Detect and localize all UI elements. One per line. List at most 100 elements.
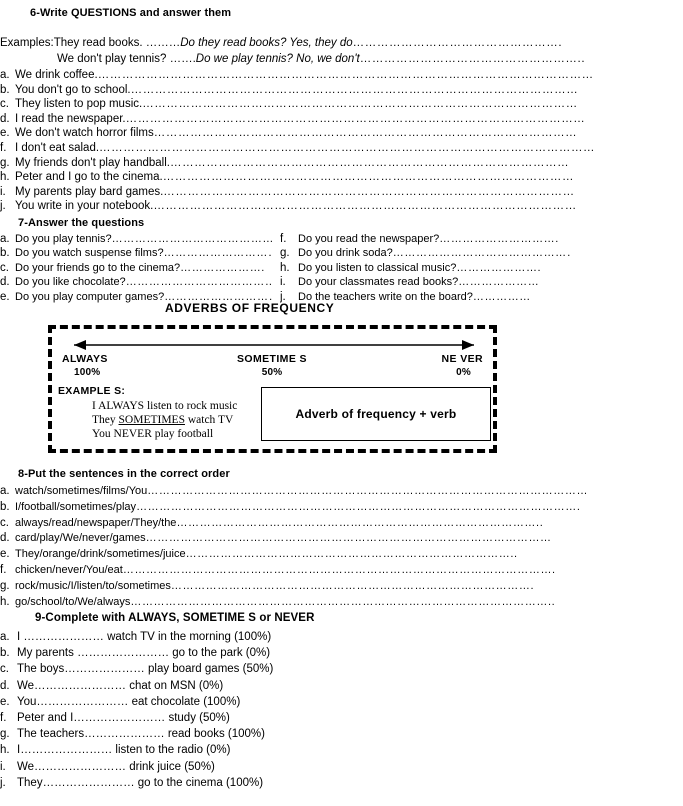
list-item: b. I/football/sometimes/play ………………………………	[0, 500, 683, 516]
item-answer-line[interactable]: ………………….	[180, 261, 272, 275]
list-item: c. always/read/newspaper/They/the …………………	[0, 516, 683, 532]
example-sentence-pre: You NEVER play football	[92, 428, 214, 440]
item-letter: b.	[0, 647, 10, 660]
item-answer-line[interactable]: ………………………………………………………………………………………………….	[123, 563, 679, 579]
item-answer-line[interactable]: …………………………………………………………………………………………………	[131, 83, 679, 98]
item-text: I don't eat salad.	[15, 141, 100, 154]
list-item: h. go/school/to/We/always ………………………………………	[0, 595, 683, 611]
item-answer-line[interactable]: ……………………………………..	[112, 232, 272, 246]
item-answer-line[interactable]: …………………………………………………………………………………………………….	[136, 500, 679, 516]
item-answer-line[interactable]: ……………………………………………………………………………………………	[154, 126, 679, 141]
item-letter: i.	[0, 760, 6, 773]
frequency-scale: ALWAYS 100% SOMETIME S 50% NE VER 0%	[52, 329, 493, 381]
item-letter: h.	[0, 171, 10, 184]
section-8-heading: 8-Put the sentences in the correct order	[18, 468, 230, 480]
item-letter: j.	[0, 200, 6, 213]
item-text[interactable]: They…………………… go to the cinema (100%)	[17, 775, 263, 791]
list-item: b. Do you watch suspense films? ………………………	[0, 246, 272, 260]
item-answer-line[interactable]: ………………………………………………………………………………………………..	[130, 595, 679, 611]
item-text: Do you watch suspense films?	[15, 247, 164, 260]
example-prompt: We don't play tennis? …….	[57, 52, 196, 65]
item-answer-line[interactable]: …………………………………………………………………………………..	[176, 516, 679, 532]
list-item: g. My friends don't play handball. ………………	[0, 156, 683, 171]
item-text: My parents play bard games.	[15, 185, 164, 198]
list-item: d. Do you like chocolate? ………………………………………	[0, 275, 272, 289]
item-text[interactable]: Peter and I…………………… study (50%)	[17, 710, 230, 726]
item-letter: a.	[0, 631, 10, 643]
item-text: My friends don't play handball.	[15, 156, 170, 169]
item-text[interactable]: My parents …………………… go to the park (0%)	[17, 645, 270, 661]
list-item: c. Do your friends go to the cinema? …………	[0, 261, 272, 275]
section-6-item-list: a. We drink coffee. ………………………………………………………	[0, 68, 683, 214]
item-answer-line[interactable]: ………………………………………………………………………………………………	[142, 97, 679, 112]
list-item: e. We don't watch horror films …………………………	[0, 126, 683, 141]
item-letter: i.	[280, 276, 286, 289]
item-text: You don't go to school.	[15, 83, 131, 96]
item-answer-line[interactable]: …………………………………………………………………………..	[186, 547, 679, 563]
item-answer-line[interactable]: ………………………….	[439, 232, 570, 246]
item-text[interactable]: The teachers………………… read books (100%)	[17, 726, 265, 742]
item-text: Do your friends go to the cinema?	[15, 261, 181, 274]
item-text: Do you listen to classical music?	[298, 261, 457, 274]
item-answer-line[interactable]: ……………………………………………………………………………………………………………	[99, 141, 679, 156]
item-letter: g.	[280, 247, 290, 260]
item-text: They/orange/drink/sometimes/juice	[15, 548, 186, 561]
item-text[interactable]: We…………………… chat on MSN (0%)	[17, 678, 223, 694]
item-answer-line[interactable]: …………………	[458, 275, 570, 289]
double-headed-arrow-icon	[74, 340, 474, 350]
section-7-right-column: f. Do you read the newspaper? ……………………………	[280, 232, 570, 304]
item-letter: i.	[0, 185, 6, 198]
item-letter: j.	[0, 776, 6, 789]
item-answer-line[interactable]: …………………………………………………………………………………………	[163, 170, 679, 185]
item-answer-line[interactable]: ………………………………………	[126, 275, 272, 289]
list-item: j. You write in your notebook. …………………………	[0, 199, 683, 214]
item-text[interactable]: You…………………… eat chocolate (100%)	[17, 694, 240, 710]
section-9-heading: 9-Complete with ALWAYS, SOMETIME S or NE…	[35, 612, 315, 624]
item-text[interactable]: I…………………… listen to the radio (0%)	[17, 742, 230, 758]
example-dots: ………………………………………………..	[359, 52, 586, 65]
example-sentence-post: watch TV	[184, 414, 234, 426]
item-answer-line[interactable]: ………………………………………………………………………………….	[171, 579, 679, 595]
scale-label-text: NE VER	[441, 353, 483, 365]
item-answer-line[interactable]: ……………………………………………………………………………………………………	[126, 112, 679, 127]
list-item: f. I don't eat salad. …………………………………………………	[0, 141, 683, 156]
item-answer-line[interactable]: …………………………	[164, 246, 272, 260]
item-text[interactable]: I ………………… watch TV in the morning (100%)	[17, 629, 271, 645]
example-dots: …………………………………………….	[352, 37, 563, 49]
section-6-heading: 6-Write QUESTIONS and answer them	[30, 7, 232, 19]
item-answer-line[interactable]: ……………………………………………………………………………………………………	[147, 484, 679, 500]
item-answer-line[interactable]: ……………………………………………………………………………………………	[146, 531, 679, 547]
item-text: rock/music/I/listen/to/sometimes	[15, 579, 171, 592]
item-answer-line[interactable]: ……………………………………………………………………………………………	[153, 199, 679, 214]
example-sentence-underlined: SOMETIMES	[118, 414, 185, 426]
item-answer-line[interactable]: …………………………………………………………………………………………	[163, 185, 679, 200]
item-text[interactable]: We…………………… drink juice (50%)	[17, 759, 215, 775]
item-answer-line[interactable]: ……………………………………………………………………………………………………………	[98, 68, 679, 83]
item-text[interactable]: The boys………………… play board games (50%)	[17, 661, 273, 677]
item-answer-line[interactable]: ………………………………………….	[393, 246, 570, 260]
section-8-item-list: a. watch/sometimes/films/You ………………………………	[0, 484, 683, 610]
item-text: always/read/newspaper/They/the	[15, 516, 177, 529]
item-answer-line[interactable]: ………………………………………………………………………………………	[170, 156, 679, 171]
examples-heading: EXAMPLE S:	[58, 385, 126, 397]
section-6-examples: Examples: They read books. ……… Do they r…	[0, 36, 683, 67]
item-letter: d.	[0, 532, 10, 545]
list-item: a. watch/sometimes/films/You ………………………………	[0, 484, 683, 500]
item-letter: b.	[0, 83, 10, 96]
list-item: b. My parents …………………… go to the park (0…	[0, 645, 683, 661]
item-text: card/play/We/never/games	[15, 532, 146, 545]
item-letter: h.	[0, 744, 10, 757]
adverbs-of-frequency-panel: ADVERBS OF FREQUENCY ALWAYS 100% SOMETIM…	[0, 301, 683, 453]
item-text: Do your classmates read books?	[298, 276, 459, 289]
item-answer-line[interactable]: ………………….	[456, 261, 570, 275]
item-text: I read the newspaper.	[15, 112, 126, 125]
section-7-answer-questions: 7-Answer the questions a. Do you play te…	[0, 216, 683, 304]
example-sentence: They SOMETIMES watch TV	[92, 413, 237, 427]
item-letter: f.	[280, 233, 287, 245]
list-item: g. The teachers………………… read books (100%)	[0, 726, 683, 742]
item-letter: a.	[0, 233, 10, 245]
rule-box: Adverb of frequency + verb	[261, 387, 491, 441]
examples-sentences: I ALWAYS listen to rock music They SOMET…	[92, 399, 237, 441]
list-item: a. Do you play tennis? ……………………………………..	[0, 232, 272, 246]
example-sentence-pre: They	[92, 414, 119, 426]
